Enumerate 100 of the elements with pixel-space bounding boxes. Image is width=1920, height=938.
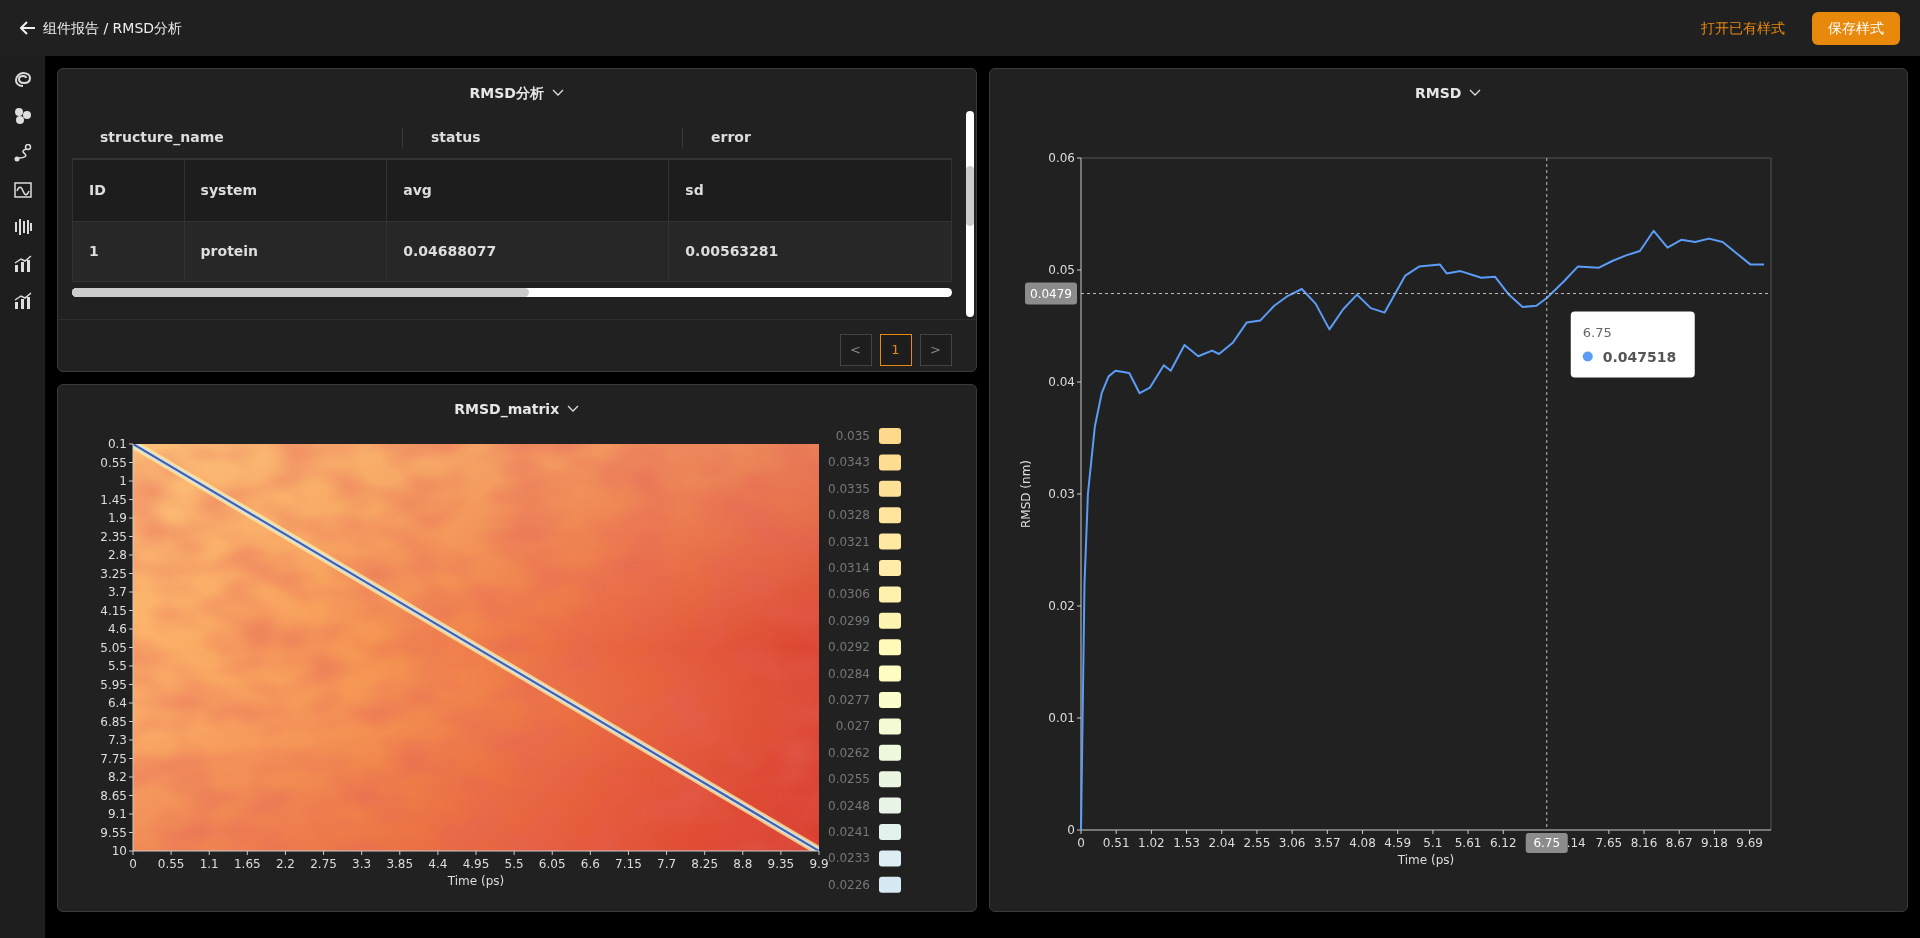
- axis-tick-label: 7.3: [107, 733, 127, 747]
- legend-swatch[interactable]: [879, 692, 901, 708]
- axis-tick-label: 3.06: [1278, 836, 1305, 850]
- legend-swatch[interactable]: [879, 718, 901, 735]
- axis-tick-label: 4.08: [1348, 836, 1376, 850]
- axis-tick-label: 6.12: [1489, 836, 1517, 850]
- column-header: system: [184, 159, 387, 222]
- axis-tick-label: 4.59: [1383, 836, 1411, 850]
- legend-label: 0.0299: [828, 613, 870, 628]
- axis-tick-label: 2.8: [107, 548, 127, 562]
- axis-tick-label: 1: [119, 474, 127, 488]
- axis-tick-label: 5.1: [1422, 836, 1442, 850]
- legend-swatch[interactable]: [879, 797, 901, 814]
- axis-tick-label: 0.55: [157, 857, 185, 871]
- title-dropdown[interactable]: RMSD: [1409, 81, 1488, 105]
- ref-line-label: 0.0479: [1029, 286, 1072, 301]
- legend-label: 0.0321: [828, 534, 870, 549]
- axis-tick-label: 0.02: [1047, 599, 1075, 613]
- legend-swatch[interactable]: [879, 480, 901, 497]
- table-cell: 0.04688077: [386, 221, 669, 282]
- axis-tick-label: 2.04: [1207, 836, 1235, 850]
- legend-swatch[interactable]: [879, 824, 901, 840]
- table-cell: 1: [72, 221, 185, 282]
- series-dot-icon: [1582, 351, 1593, 362]
- axis-tick-label: 4.6: [107, 622, 127, 636]
- axis-tick-label: 6.6: [580, 857, 600, 871]
- axis-tick-label: .14: [1566, 836, 1586, 850]
- legend-label: 0.0306: [828, 587, 870, 602]
- axis-tick-label: 0.01: [1047, 711, 1075, 725]
- pointer-label: 0.0479: [1024, 282, 1077, 305]
- pointer-label: 6.75: [1525, 833, 1568, 853]
- next-page-button[interactable]: >: [919, 334, 952, 366]
- legend-swatch[interactable]: [879, 771, 901, 788]
- axis-tick-label: 6.85: [100, 714, 127, 729]
- legend-label: 0.0328: [828, 508, 870, 523]
- legend-swatch[interactable]: [879, 665, 901, 682]
- bars-icon[interactable]: [13, 218, 32, 236]
- axis-tick-label: 0.05: [1047, 263, 1075, 277]
- table-cell: 0.00563281: [668, 221, 951, 282]
- axis-tick-label: 9.18: [1700, 836, 1728, 850]
- axis-tick-label: 3.57: [1313, 836, 1341, 850]
- page-button[interactable]: 1: [879, 334, 912, 366]
- legend-swatch[interactable]: [879, 639, 901, 656]
- legend-label: 0.0241: [828, 825, 870, 839]
- axis-tick-label: 3.3: [352, 857, 372, 871]
- title-dropdown[interactable]: RMSD_matrix: [448, 397, 586, 421]
- tooltip-value: 0.047518: [1602, 348, 1676, 365]
- horizontal-scrollbar[interactable]: [72, 288, 952, 297]
- axis-tick-label: 0.1: [107, 437, 127, 451]
- legend-swatch[interactable]: [879, 560, 901, 576]
- axis-title: RMSD (nm): [1018, 460, 1033, 528]
- legend-label: 0.0335: [828, 481, 870, 496]
- chevron-down-icon: [567, 405, 580, 413]
- tooltip-title: 6.75: [1582, 324, 1612, 340]
- title-dropdown[interactable]: RMSD分析: [463, 81, 570, 105]
- previous-page-button[interactable]: <: [839, 334, 872, 366]
- ref-line-label: 6.75: [1532, 836, 1560, 850]
- legend-swatch[interactable]: [879, 850, 901, 867]
- vertical-scrollbar[interactable]: [965, 111, 974, 317]
- axis-tick-label: 0.55: [100, 455, 127, 470]
- legend-swatch[interactable]: [879, 744, 901, 761]
- legend-swatch[interactable]: [879, 507, 901, 524]
- axis-tick-label: 4.4: [428, 857, 448, 871]
- axis-tick-label: 9.9: [809, 857, 829, 871]
- line-chart-icon[interactable]: [13, 181, 32, 199]
- path-icon[interactable]: [13, 144, 32, 162]
- legend-label: 0.0314: [828, 561, 870, 575]
- axis-tick-label: 8.2: [107, 770, 127, 784]
- table-cell: protein: [184, 221, 387, 282]
- axis-tick-label: 9.35: [767, 857, 795, 871]
- axis-tick-label: 8.67: [1665, 836, 1693, 850]
- breadcrumb: 组件报告 / RMSD分析: [43, 18, 183, 38]
- legend-label: 0.0226: [828, 877, 870, 892]
- legend-swatch[interactable]: [879, 586, 901, 603]
- axis-tick-label: 6.4: [107, 696, 127, 710]
- axis-tick-label: 0: [129, 857, 137, 871]
- legend-label: 0.0292: [828, 640, 870, 655]
- axis-tick-label: 0.04: [1047, 375, 1075, 389]
- chevron-down-icon: [1469, 89, 1482, 97]
- bar-chart-icon[interactable]: [13, 292, 32, 310]
- legend-swatch[interactable]: [879, 612, 901, 629]
- axis-tick-label: 7.75: [100, 751, 127, 766]
- column-group-header: status: [402, 127, 682, 148]
- legend-swatch[interactable]: [879, 454, 901, 471]
- axis-tick-label: 8.65: [100, 788, 127, 803]
- column-header: ID: [72, 159, 185, 222]
- bar-chart-icon[interactable]: [13, 255, 32, 273]
- axis-tick-label: 1.65: [233, 857, 261, 871]
- axis-tick-label: 2.55: [1243, 836, 1270, 850]
- legend-swatch[interactable]: [879, 876, 901, 893]
- axis-tick-label: 0.06: [1047, 151, 1075, 165]
- axis-tick-label: 9.1: [107, 807, 127, 821]
- legend-label: 0.0343: [828, 455, 870, 470]
- spiral-icon[interactable]: [13, 70, 32, 88]
- open-style-link[interactable]: 打开已有样式: [1695, 16, 1791, 40]
- legend-swatch[interactable]: [879, 428, 901, 444]
- axis-tick-label: 1.9: [107, 511, 127, 525]
- column-header: avg: [386, 159, 669, 222]
- back-arrow-icon[interactable]: [20, 21, 36, 35]
- legend-swatch[interactable]: [879, 533, 901, 550]
